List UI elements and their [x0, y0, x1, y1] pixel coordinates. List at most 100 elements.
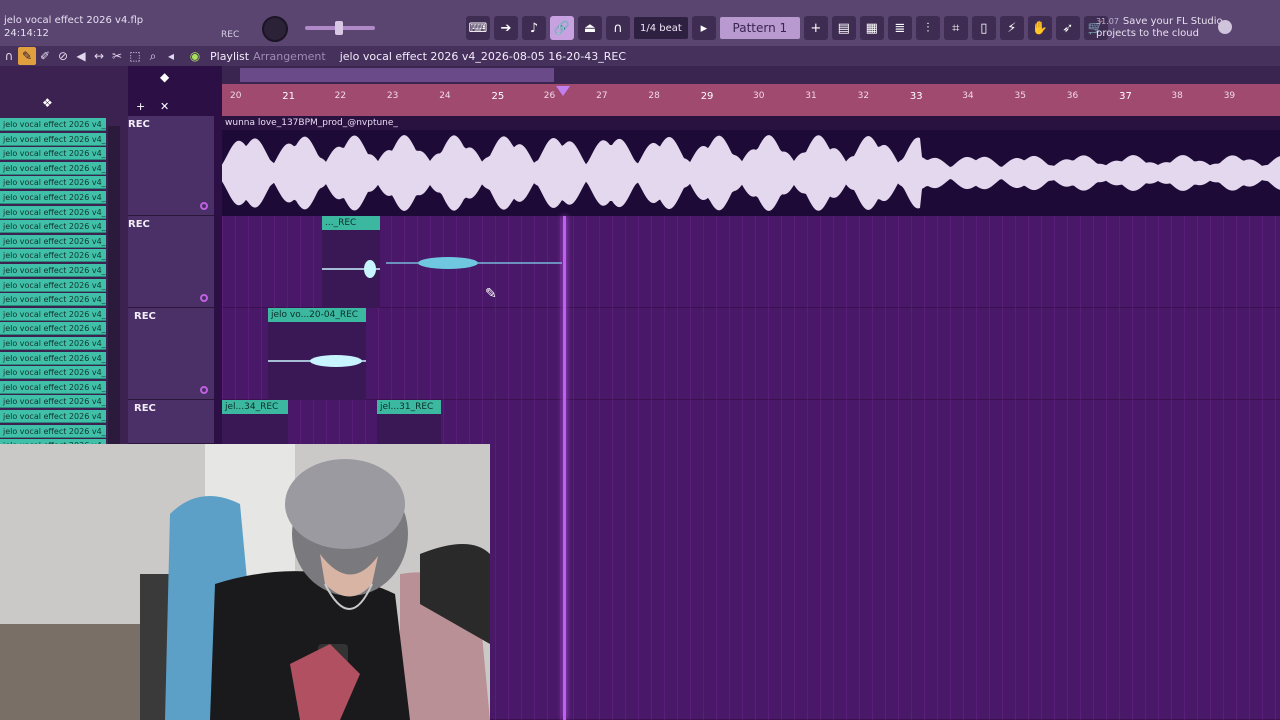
browser-item[interactable]: jelo vocal effect 2026 v4_2...	[0, 147, 106, 161]
wave-icon[interactable]: ◆	[160, 70, 169, 84]
browser-item[interactable]: jelo vocal effect 2026 v4_2...	[0, 293, 106, 307]
browser-item[interactable]: jelo vocal effect 2026 v4_2...	[0, 176, 106, 190]
ruler-tick-label: 34	[962, 91, 974, 101]
browser-item[interactable]: jelo vocal effect 2026 v4_2...	[0, 118, 106, 131]
channel-rack-icon[interactable]: ≣	[887, 16, 912, 40]
ruler-tick-label: 23	[386, 91, 399, 101]
globe-icon[interactable]	[1218, 20, 1232, 34]
select-tool-icon[interactable]: ⬚	[126, 47, 144, 65]
browser-item[interactable]: jelo vocal effect 2026 v4_2...	[0, 395, 106, 409]
metronome-icon[interactable]: ⏏	[578, 16, 602, 40]
add-track-icon[interactable]: +	[136, 100, 145, 113]
browser-item[interactable]: jelo vocal effect 2026 v4_2...	[0, 366, 106, 380]
record-status: REC	[221, 30, 240, 40]
magnet-icon[interactable]: ∩	[606, 16, 630, 40]
ruler-tick-label: 26	[543, 91, 556, 101]
playlist-icon[interactable]: ▤	[831, 16, 856, 40]
browser-item[interactable]: jelo vocal effect 2026 v4_2...	[0, 307, 106, 321]
project-info: jelo vocal effect 2026 v4.flp 24:14:12	[4, 14, 143, 40]
typing-keyboard-icon[interactable]: ⌨	[466, 16, 490, 40]
clip-title: wunna love_137BPM_prod_@nvptune_	[222, 116, 1280, 130]
wrench-icon[interactable]: ➶	[1055, 16, 1080, 40]
track-target-icon[interactable]	[200, 202, 208, 210]
browser-item[interactable]: jelo vocal effect 2026 v4_2...	[0, 205, 106, 219]
pattern-selector[interactable]: Pattern 1	[719, 17, 800, 39]
ruler-tick-label: 31	[805, 91, 817, 101]
clip-title: jel...31_REC	[377, 400, 441, 414]
master-volume-knob[interactable]	[262, 16, 288, 42]
track-header-1[interactable]: REC	[128, 116, 214, 216]
browser-item[interactable]: jelo vocal effect 2026 v4_2...	[0, 249, 106, 263]
play-pattern-icon[interactable]: ▸	[691, 16, 716, 40]
piano-roll-icon[interactable]: ▦	[859, 16, 884, 40]
clip-title: jel...34_REC	[222, 400, 288, 414]
plug-icon[interactable]: ⚡	[999, 16, 1024, 40]
browser-item[interactable]: jelo vocal effect 2026 v4_2...	[0, 337, 106, 350]
browser-item[interactable]: jelo vocal effect 2026 v4_2...	[0, 424, 106, 438]
brush-tool-icon[interactable]: ✐	[36, 47, 54, 65]
browser-item[interactable]: jelo vocal effect 2026 v4_2...	[0, 410, 106, 423]
link-icon[interactable]: 🔗	[550, 16, 574, 40]
ruler-tick-label: 36	[1066, 91, 1079, 101]
waveform-icon[interactable]: ❖	[42, 96, 53, 110]
zoom-tool-icon[interactable]: ⌕	[144, 47, 162, 65]
browser-item[interactable]: jelo vocal effect 2026 v4_2...	[0, 220, 106, 234]
browser-item[interactable]: jelo vocal effect 2026 v4_2...	[0, 264, 106, 277]
audio-clip-rec-a[interactable]: ..._REC	[322, 216, 380, 308]
project-file-name: jelo vocal effect 2026 v4.flp	[4, 15, 144, 26]
playback-tool-icon[interactable]: ◂	[162, 47, 180, 65]
time-ruler[interactable]: 20 21 22 23 24 25 26 27 28 29 30 31 32 33 34 35 36 37 38 39	[222, 84, 1280, 116]
audio-clip-rec-d[interactable]: jel...31_REC	[377, 400, 441, 444]
plugin-picker-icon[interactable]: ⌗	[943, 16, 968, 40]
snap-selector[interactable]: 1/4 beat	[634, 17, 688, 39]
step-edit-icon[interactable]: ♪	[522, 16, 546, 40]
audio-clip-rec-b[interactable]: jelo vo...20-04_REC	[268, 308, 366, 400]
track-header-3[interactable]: REC	[128, 308, 214, 400]
hint-icon[interactable]: ✋	[1027, 16, 1052, 40]
playhead-marker[interactable]	[556, 86, 570, 96]
ruler-tick-label: 24	[439, 91, 451, 101]
delete-tool-icon[interactable]: ⊘	[54, 47, 72, 65]
track-target-icon[interactable]	[200, 386, 208, 394]
magnet-snap-icon[interactable]: ∩	[0, 47, 18, 65]
overview-window[interactable]	[240, 68, 554, 82]
close-icon[interactable]: ✕	[160, 100, 169, 113]
clip-title: ..._REC	[322, 216, 380, 230]
master-pitch-slider[interactable]	[305, 21, 375, 35]
ruler-tick-label: 39	[1223, 91, 1236, 101]
track-header-4[interactable]: REC	[128, 400, 214, 444]
browser-item[interactable]: jelo vocal effect 2026 v4_2...	[0, 322, 106, 336]
mute-tool-icon[interactable]: ◀	[72, 47, 90, 65]
mixer-icon[interactable]: ⫶	[915, 16, 940, 40]
browser-item[interactable]: jelo vocal effect 2026 v4_2...	[0, 351, 106, 365]
browser-tools: ◆ ❖ + ✕	[0, 66, 169, 116]
ruler-tick-label: 27	[596, 91, 608, 101]
browser-item[interactable]: jelo vocal effect 2026 v4_2...	[0, 132, 106, 146]
arrangement-overview[interactable]	[222, 66, 1280, 84]
clip-waveform	[322, 260, 380, 278]
fl-studio-window: jelo vocal effect 2026 v4.flp 24:14:12 R…	[0, 0, 1280, 720]
add-pattern-icon[interactable]: +	[803, 16, 828, 40]
audio-clip-rec-c[interactable]: jel...34_REC	[222, 400, 288, 444]
slider-thumb[interactable]	[335, 21, 343, 35]
ruler-tick-label: 38	[1171, 91, 1183, 101]
mouse-cursor-icon: ✎	[485, 286, 497, 302]
arrow-right-icon[interactable]: ➔	[494, 16, 518, 40]
slice-tool-icon[interactable]: ✂	[108, 47, 126, 65]
audio-clip-beat[interactable]: wunna love_137BPM_prod_@nvptune_	[222, 116, 1280, 216]
browser-icon[interactable]: ▯	[971, 16, 996, 40]
browser-item[interactable]: jelo vocal effect 2026 v4_2...	[0, 234, 106, 248]
ruler-tick-label: 20	[230, 91, 242, 101]
browser-scrollbar[interactable]	[108, 126, 120, 444]
track-header-2[interactable]: REC	[128, 216, 214, 308]
playlist-subtitle[interactable]: Arrangement	[253, 50, 326, 63]
browser-item[interactable]: jelo vocal effect 2026 v4_2...	[0, 161, 106, 175]
browser-item[interactable]: jelo vocal effect 2026 v4_2...	[0, 278, 106, 292]
browser-item[interactable]: jelo vocal effect 2026 v4_2...	[0, 191, 106, 204]
pencil-tool-icon[interactable]: ✎	[18, 47, 36, 65]
webcam-scene	[0, 444, 490, 720]
browser-item[interactable]: jelo vocal effect 2026 v4_2...	[0, 380, 106, 394]
track-target-icon[interactable]	[200, 294, 208, 302]
ruler-tick-label: 37	[1119, 91, 1132, 102]
slip-tool-icon[interactable]: ↔	[90, 47, 108, 65]
